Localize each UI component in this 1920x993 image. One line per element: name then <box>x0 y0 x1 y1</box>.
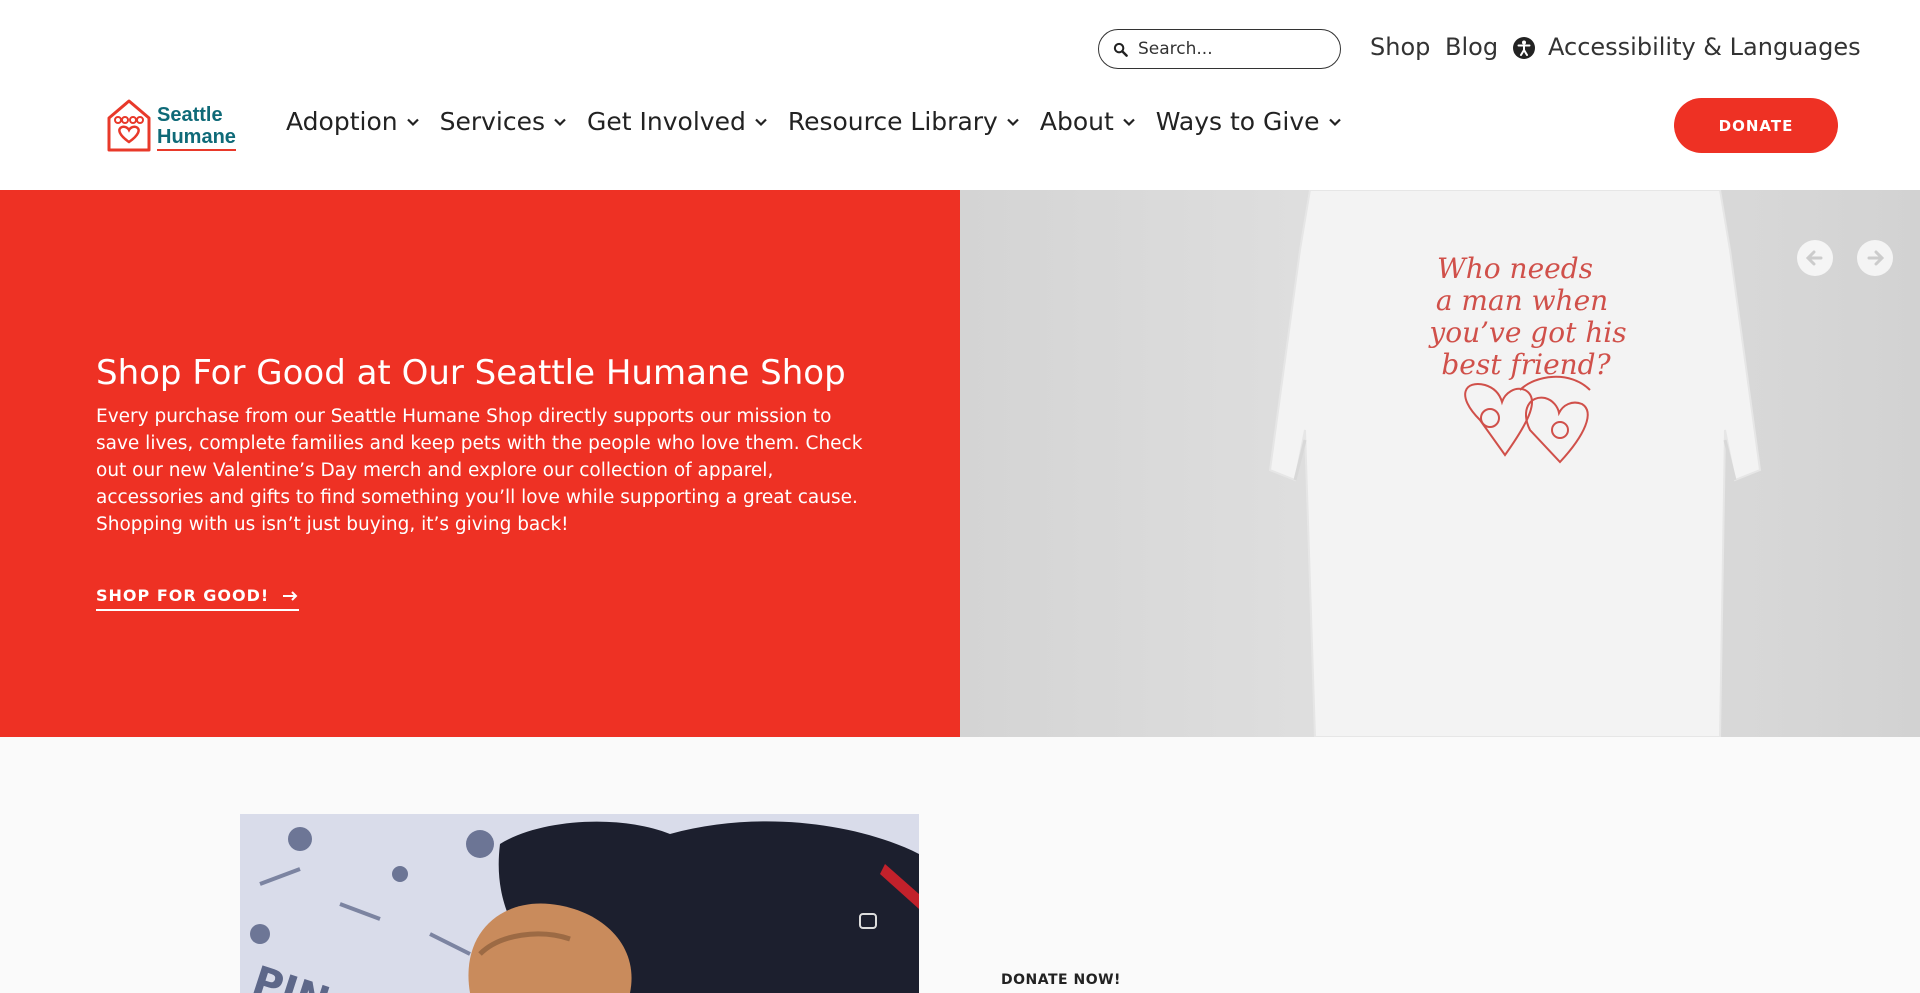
shirt-text-line-2: a man when <box>1436 284 1608 317</box>
nav-item-ways-to-give[interactable]: Ways to Give <box>1156 107 1342 136</box>
donate-section: PIN DONATE NOW! <box>0 737 1920 993</box>
nav-item-adoption[interactable]: Adoption <box>286 107 420 136</box>
shirt-text-line-3: you’ve got his <box>1427 316 1626 349</box>
main-nav: Adoption Services Get Involved Resource … <box>286 107 1362 136</box>
hero-text-panel: Shop For Good at Our Seattle Humane Shop… <box>0 190 960 737</box>
arrow-left-icon <box>1805 250 1823 266</box>
hero-body: Every purchase from our Seattle Humane S… <box>96 406 863 535</box>
puppies-image: PIN <box>240 814 919 993</box>
shop-link[interactable]: Shop <box>1370 33 1430 61</box>
accessibility-icon[interactable] <box>1513 37 1535 59</box>
search-icon <box>1113 42 1128 57</box>
tshirt-image: Who needs a man when you’ve got his best… <box>960 190 1920 737</box>
chevron-down-icon <box>1007 118 1019 126</box>
donate-now-label: DONATE NOW! <box>1001 972 1121 988</box>
slider-prev-button[interactable] <box>1797 240 1833 276</box>
shop-for-good-link[interactable]: SHOP FOR GOOD! <box>96 586 300 611</box>
arrow-right-small-icon <box>283 590 298 601</box>
logo[interactable]: Seattle Humane <box>105 96 245 156</box>
nav-item-resource-library[interactable]: Resource Library <box>788 107 1020 136</box>
search-box[interactable] <box>1098 29 1341 69</box>
blog-link[interactable]: Blog <box>1445 33 1498 61</box>
chevron-down-icon <box>554 118 566 126</box>
hero-image: Who needs a man when you’ve got his best… <box>960 190 1920 737</box>
chevron-down-icon <box>1122 118 1135 126</box>
nav-item-services[interactable]: Services <box>440 107 567 136</box>
logo-wordmark: Seattle Humane <box>157 104 236 151</box>
nav-item-get-involved[interactable]: Get Involved <box>587 107 768 136</box>
slider-next-button[interactable] <box>1857 240 1893 276</box>
accessibility-languages-link[interactable]: Accessibility & Languages <box>1548 33 1861 61</box>
hero-title: Shop For Good at Our Seattle Humane Shop <box>96 353 846 393</box>
chevron-down-icon <box>755 118 767 126</box>
nav-item-about[interactable]: About <box>1040 107 1136 136</box>
search-input[interactable] <box>1138 39 1318 59</box>
chevron-down-icon <box>406 118 419 126</box>
donate-button[interactable]: DONATE <box>1674 98 1838 153</box>
logo-house-icon <box>107 99 151 152</box>
shirt-text-line-4: best friend? <box>1441 348 1611 381</box>
arrow-right-icon <box>1867 250 1885 266</box>
chevron-down-icon <box>1328 118 1341 126</box>
shirt-text-line-1: Who needs <box>1437 252 1593 285</box>
site-header: Shop Blog Accessibility & Languages Seat… <box>0 0 1920 190</box>
